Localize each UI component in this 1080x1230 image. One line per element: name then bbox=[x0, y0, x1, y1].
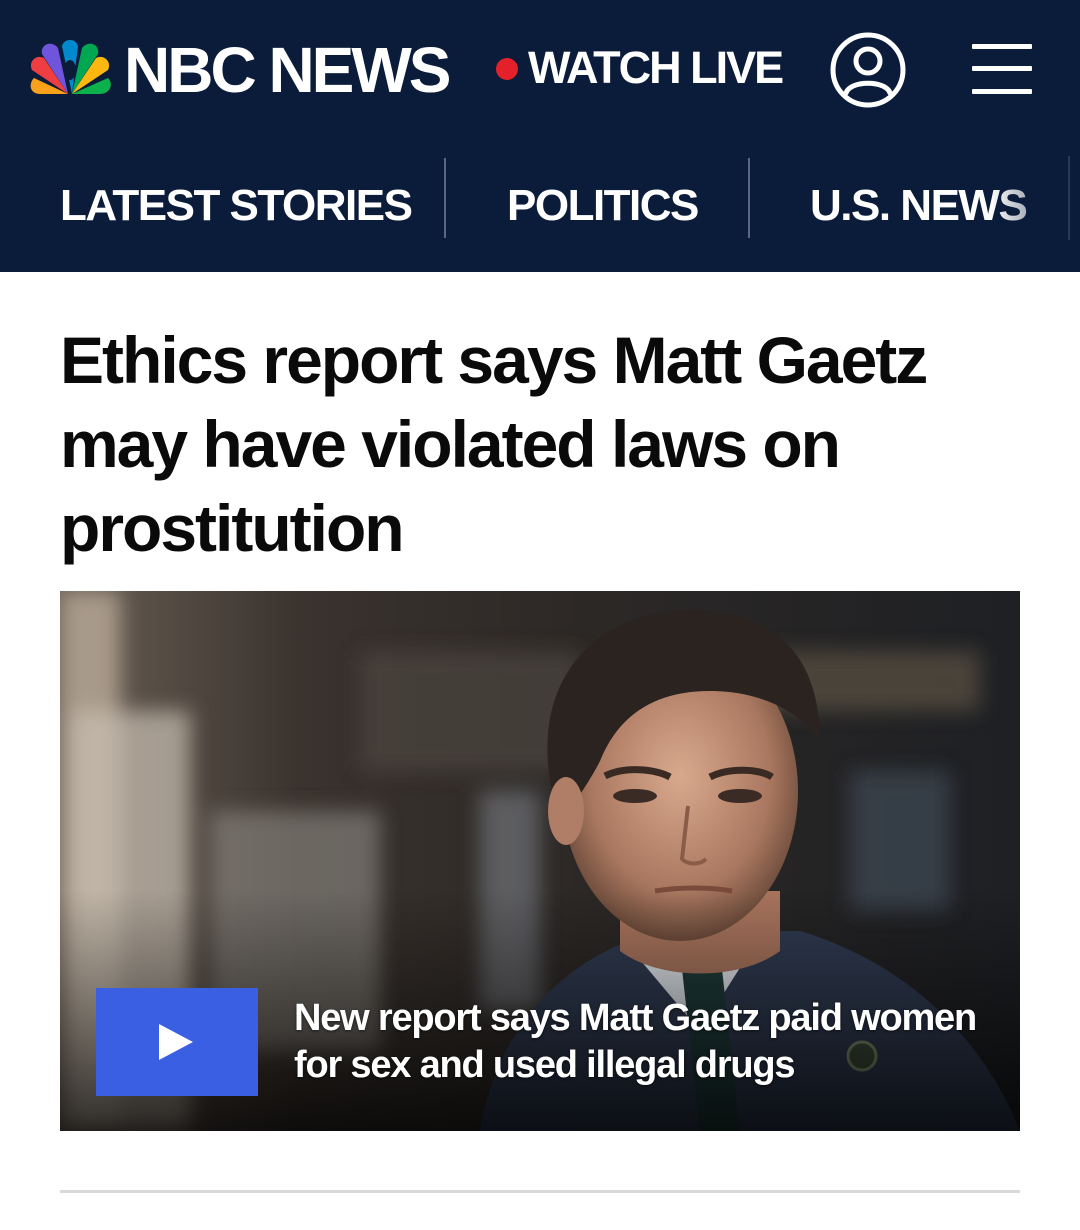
hamburger-menu-icon[interactable] bbox=[972, 42, 1034, 96]
nav-item-politics[interactable]: POLITICS bbox=[507, 176, 699, 236]
video-caption[interactable]: New report says Matt Gaetz paid women fo… bbox=[294, 995, 994, 1089]
peacock-logo-icon[interactable] bbox=[28, 40, 112, 96]
nav-item-latest-stories[interactable]: LATEST STORIES bbox=[60, 176, 413, 236]
nav-scroll-fade bbox=[990, 140, 1080, 272]
nav-divider bbox=[1068, 156, 1070, 240]
account-circle-icon[interactable] bbox=[828, 30, 908, 110]
video-player[interactable]: New report says Matt Gaetz paid women fo… bbox=[60, 591, 1020, 1131]
top-bar: NBC NEWS WATCH LIVE bbox=[0, 0, 1080, 140]
play-icon bbox=[159, 1024, 193, 1060]
nav-divider bbox=[748, 158, 750, 238]
nav-divider bbox=[444, 158, 446, 238]
brand-wordmark[interactable]: NBC NEWS bbox=[124, 30, 451, 110]
watch-live-link[interactable]: WATCH LIVE bbox=[528, 40, 784, 96]
article-headline: Ethics report says Matt Gaetz may have v… bbox=[60, 323, 928, 565]
live-indicator-dot bbox=[496, 58, 518, 80]
divider bbox=[60, 1190, 1020, 1193]
site-header: NBC NEWS WATCH LIVE LATEST STORIES POLIT… bbox=[0, 0, 1080, 272]
play-button[interactable] bbox=[96, 988, 258, 1096]
section-nav: LATEST STORIES POLITICS U.S. NEWS bbox=[0, 140, 1080, 272]
